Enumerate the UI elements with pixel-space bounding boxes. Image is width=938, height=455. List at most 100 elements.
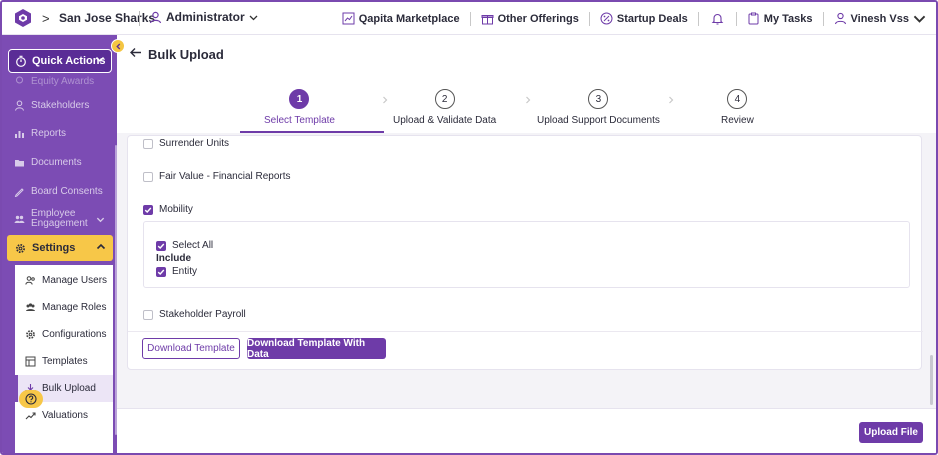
chevron-right-icon [383, 96, 388, 104]
option-fair-value[interactable]: Fair Value - Financial Reports [143, 171, 291, 182]
deals-link[interactable]: Startup Deals [600, 12, 688, 25]
sidebar-item-label: Equity Awards [31, 76, 95, 87]
users-icon [25, 276, 35, 285]
submenu-item-configurations[interactable]: Configurations [15, 321, 113, 348]
main-scrollbar[interactable] [930, 355, 933, 405]
step-4[interactable]: 4 Review [721, 89, 754, 126]
sidebar-item-settings[interactable]: Settings [7, 235, 113, 261]
pen-icon [14, 188, 24, 197]
user-menu[interactable]: Vinesh Vss [834, 12, 927, 25]
checkbox-checked[interactable] [156, 266, 166, 277]
divider [697, 11, 699, 26]
sidebar-item-board-consents[interactable]: Board Consents [14, 186, 103, 197]
sidebar-item-stakeholders[interactable]: Stakeholders [14, 100, 89, 111]
submenu-item-manage-users[interactable]: Manage Users [15, 267, 113, 294]
step-number: 4 [727, 89, 748, 109]
sidebar-item-reports[interactable]: Reports [14, 128, 66, 139]
marketplace-link[interactable]: Qapita Marketplace [342, 12, 460, 25]
help-button[interactable] [19, 390, 43, 408]
marketplace-label: Qapita Marketplace [358, 12, 460, 25]
divider [469, 11, 471, 26]
option-mobility[interactable]: Mobility [143, 204, 193, 215]
chevron-right-icon [526, 96, 531, 104]
option-entity[interactable]: Entity [156, 266, 197, 277]
template-icon [25, 356, 36, 367]
submenu-item-templates[interactable]: Templates [15, 348, 113, 375]
option-label: Stakeholder Payroll [159, 309, 246, 320]
chevron-down-icon [95, 56, 105, 63]
option-surrender-units[interactable]: Surrender Units [143, 138, 229, 149]
tasks-link[interactable]: My Tasks [747, 12, 813, 25]
sidebar-item-documents[interactable]: Documents [14, 157, 82, 168]
role-selector[interactable]: Administrator [149, 10, 258, 24]
step-3[interactable]: 3 Upload Support Documents [537, 89, 660, 126]
step-number: 2 [434, 89, 455, 109]
sidebar-item-label: Board Consents [31, 186, 103, 197]
submenu-item-label: Valuations [42, 410, 88, 421]
option-label: Surrender Units [159, 138, 230, 149]
collapse-sidebar-button[interactable] [111, 39, 125, 53]
tasks-label: My Tasks [763, 12, 813, 25]
submenu-item-label: Manage Roles [42, 302, 107, 313]
settings-label: Settings [32, 242, 76, 254]
qapita-logo-icon[interactable] [13, 8, 33, 28]
clipboard-icon [748, 12, 759, 25]
divider [735, 11, 737, 26]
chevron-left-icon [115, 43, 120, 49]
user-icon [834, 12, 846, 25]
check-icon [157, 243, 165, 249]
stepper: 1 Select Template 2 Upload & Validate Da… [117, 75, 936, 133]
download-template-with-data-button[interactable]: Download Template With Data [247, 338, 386, 360]
deals-label: Startup Deals [616, 12, 688, 25]
option-label: Mobility [159, 204, 193, 215]
gear-icon [16, 243, 25, 253]
option-label: Select All [172, 240, 214, 251]
trend-icon [25, 412, 36, 420]
person-icon [15, 100, 24, 111]
back-arrow-icon[interactable] [129, 46, 142, 59]
step-1[interactable]: 1 Select Template [264, 89, 335, 126]
user-icon [149, 11, 162, 23]
sidebar-item-employee-engagement[interactable]: Employee Engagement [14, 209, 105, 229]
sidebar-item-equity[interactable]: Equity Awards [14, 76, 94, 87]
option-stakeholder-payroll[interactable]: Stakeholder Payroll [143, 309, 246, 320]
chevron-down-icon [249, 15, 258, 20]
checkbox[interactable] [143, 171, 153, 182]
option-select-all[interactable]: Select All [156, 240, 213, 251]
checkbox[interactable] [143, 309, 153, 320]
template-options-card: Surrender Units Fair Value - Financial R… [127, 135, 923, 370]
quick-actions-button[interactable]: Quick Actions [8, 49, 112, 73]
download-template-button[interactable]: Download Template [142, 338, 240, 359]
checkbox-checked[interactable] [143, 204, 153, 215]
gift-icon [481, 15, 494, 25]
upload-file-button[interactable]: Upload File [859, 422, 923, 443]
submenu-item-manage-roles[interactable]: Manage Roles [15, 294, 113, 321]
role-label: Administrator [166, 10, 245, 24]
stopwatch-icon [16, 55, 26, 67]
step-number: 3 [588, 89, 609, 109]
bar-chart-icon [15, 131, 24, 138]
top-right-links: Qapita Marketplace Other Offerings Start… [342, 2, 926, 35]
check-icon [144, 207, 152, 213]
divider [822, 11, 824, 26]
include-heading: Include [156, 253, 192, 264]
checkbox[interactable] [143, 138, 153, 149]
sidebar-item-label: Reports [31, 128, 67, 139]
bell-icon[interactable] [711, 12, 724, 25]
folder-icon [15, 160, 24, 167]
user-name: Vinesh Vss [850, 12, 910, 25]
step-label: Select Template [264, 115, 335, 126]
option-label: Fair Value - Financial Reports [159, 171, 291, 182]
offerings-link[interactable]: Other Offerings [481, 12, 579, 25]
company-name[interactable]: San Jose Sharks [59, 11, 155, 25]
chevron-down-icon [96, 217, 105, 223]
award-icon [16, 76, 23, 84]
active-step-indicator [240, 131, 384, 133]
chevron-down-icon [913, 15, 926, 23]
option-label: Entity [172, 266, 198, 277]
step-2[interactable]: 2 Upload & Validate Data [393, 89, 496, 126]
gear-icon [26, 330, 35, 339]
group-icon [26, 303, 35, 311]
checkbox-checked[interactable] [156, 240, 166, 251]
footer-bar: Upload File [117, 408, 936, 453]
